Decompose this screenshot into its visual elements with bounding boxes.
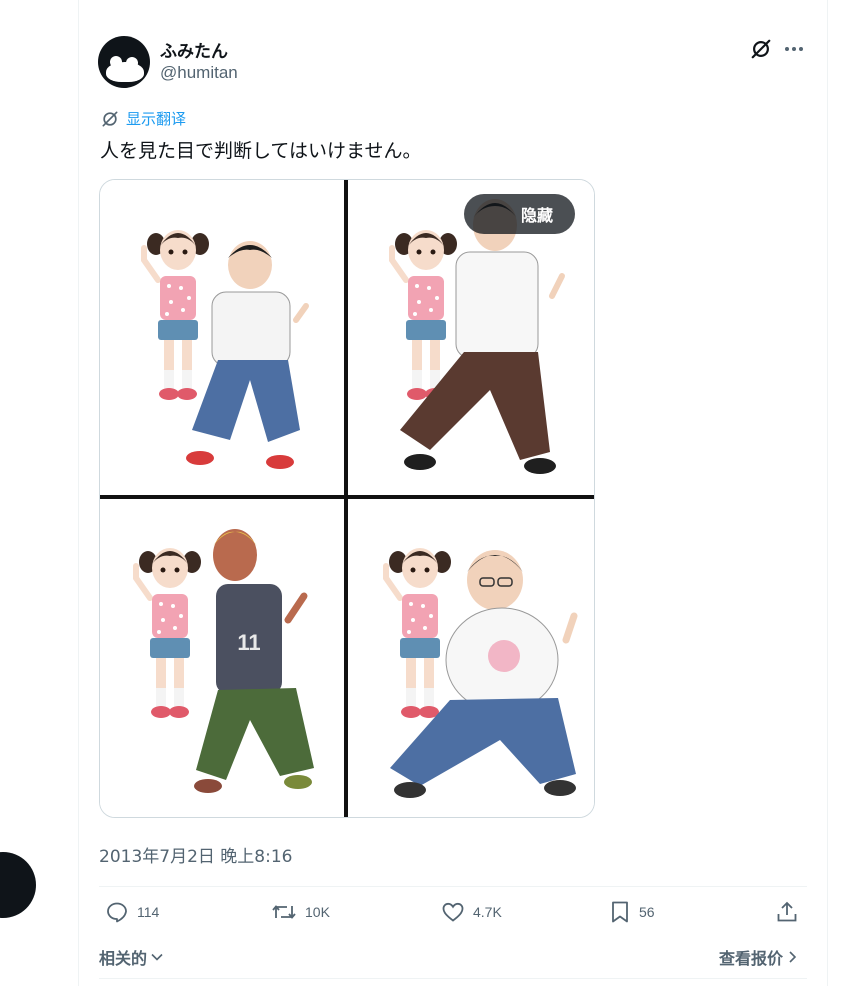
repost-icon bbox=[272, 905, 296, 919]
more-icon[interactable] bbox=[782, 38, 806, 60]
floating-circle[interactable] bbox=[0, 852, 36, 918]
heart-icon bbox=[442, 902, 464, 922]
view-quotes-link[interactable]: 查看报价 bbox=[719, 945, 799, 969]
show-translation-label: 显示翻译 bbox=[126, 111, 187, 128]
divider bbox=[99, 978, 807, 979]
tweet-timestamp[interactable]: 2013年7月2日 晚上8:16 bbox=[99, 842, 292, 867]
repost-count: 10K bbox=[305, 904, 330, 920]
translate-icon bbox=[102, 111, 118, 126]
share-icon bbox=[777, 901, 797, 922]
tweet-media-image[interactable]: 11 bbox=[99, 179, 595, 818]
author-handle[interactable]: @humitan bbox=[160, 63, 238, 83]
like-button[interactable]: 4.7K bbox=[441, 900, 502, 924]
panel-3-shirt-number: 11 bbox=[237, 630, 260, 655]
grok-icon[interactable] bbox=[750, 38, 772, 60]
four-panel-illustration: 11 bbox=[100, 180, 594, 817]
divider bbox=[99, 886, 807, 887]
hide-media-button[interactable]: 隐藏 bbox=[464, 194, 575, 234]
bookmark-count: 56 bbox=[639, 904, 655, 920]
related-label: 相关的 bbox=[99, 949, 148, 968]
author-display-name[interactable]: ふみたん bbox=[160, 37, 228, 62]
avatar[interactable] bbox=[98, 36, 150, 88]
reply-button[interactable]: 114 bbox=[105, 900, 159, 924]
chevron-right-icon bbox=[789, 951, 797, 963]
related-dropdown[interactable]: 相关的 bbox=[99, 945, 164, 969]
bookmark-icon bbox=[612, 901, 628, 923]
share-button[interactable] bbox=[775, 900, 799, 924]
show-translation-button[interactable]: 显示翻译 bbox=[100, 108, 186, 129]
like-count: 4.7K bbox=[473, 904, 502, 920]
reply-icon bbox=[107, 902, 127, 923]
reply-count: 114 bbox=[137, 904, 160, 920]
repost-button[interactable]: 10K bbox=[271, 900, 330, 924]
bookmark-button[interactable]: 56 bbox=[609, 900, 655, 924]
tweet-action-bar: 114 10K 4.7K 56 bbox=[99, 900, 807, 934]
chevron-down-icon bbox=[151, 953, 163, 961]
tweet-text: 人を見た目で判断してはいけません。 bbox=[100, 140, 422, 162]
view-quotes-label: 查看报价 bbox=[719, 949, 784, 968]
